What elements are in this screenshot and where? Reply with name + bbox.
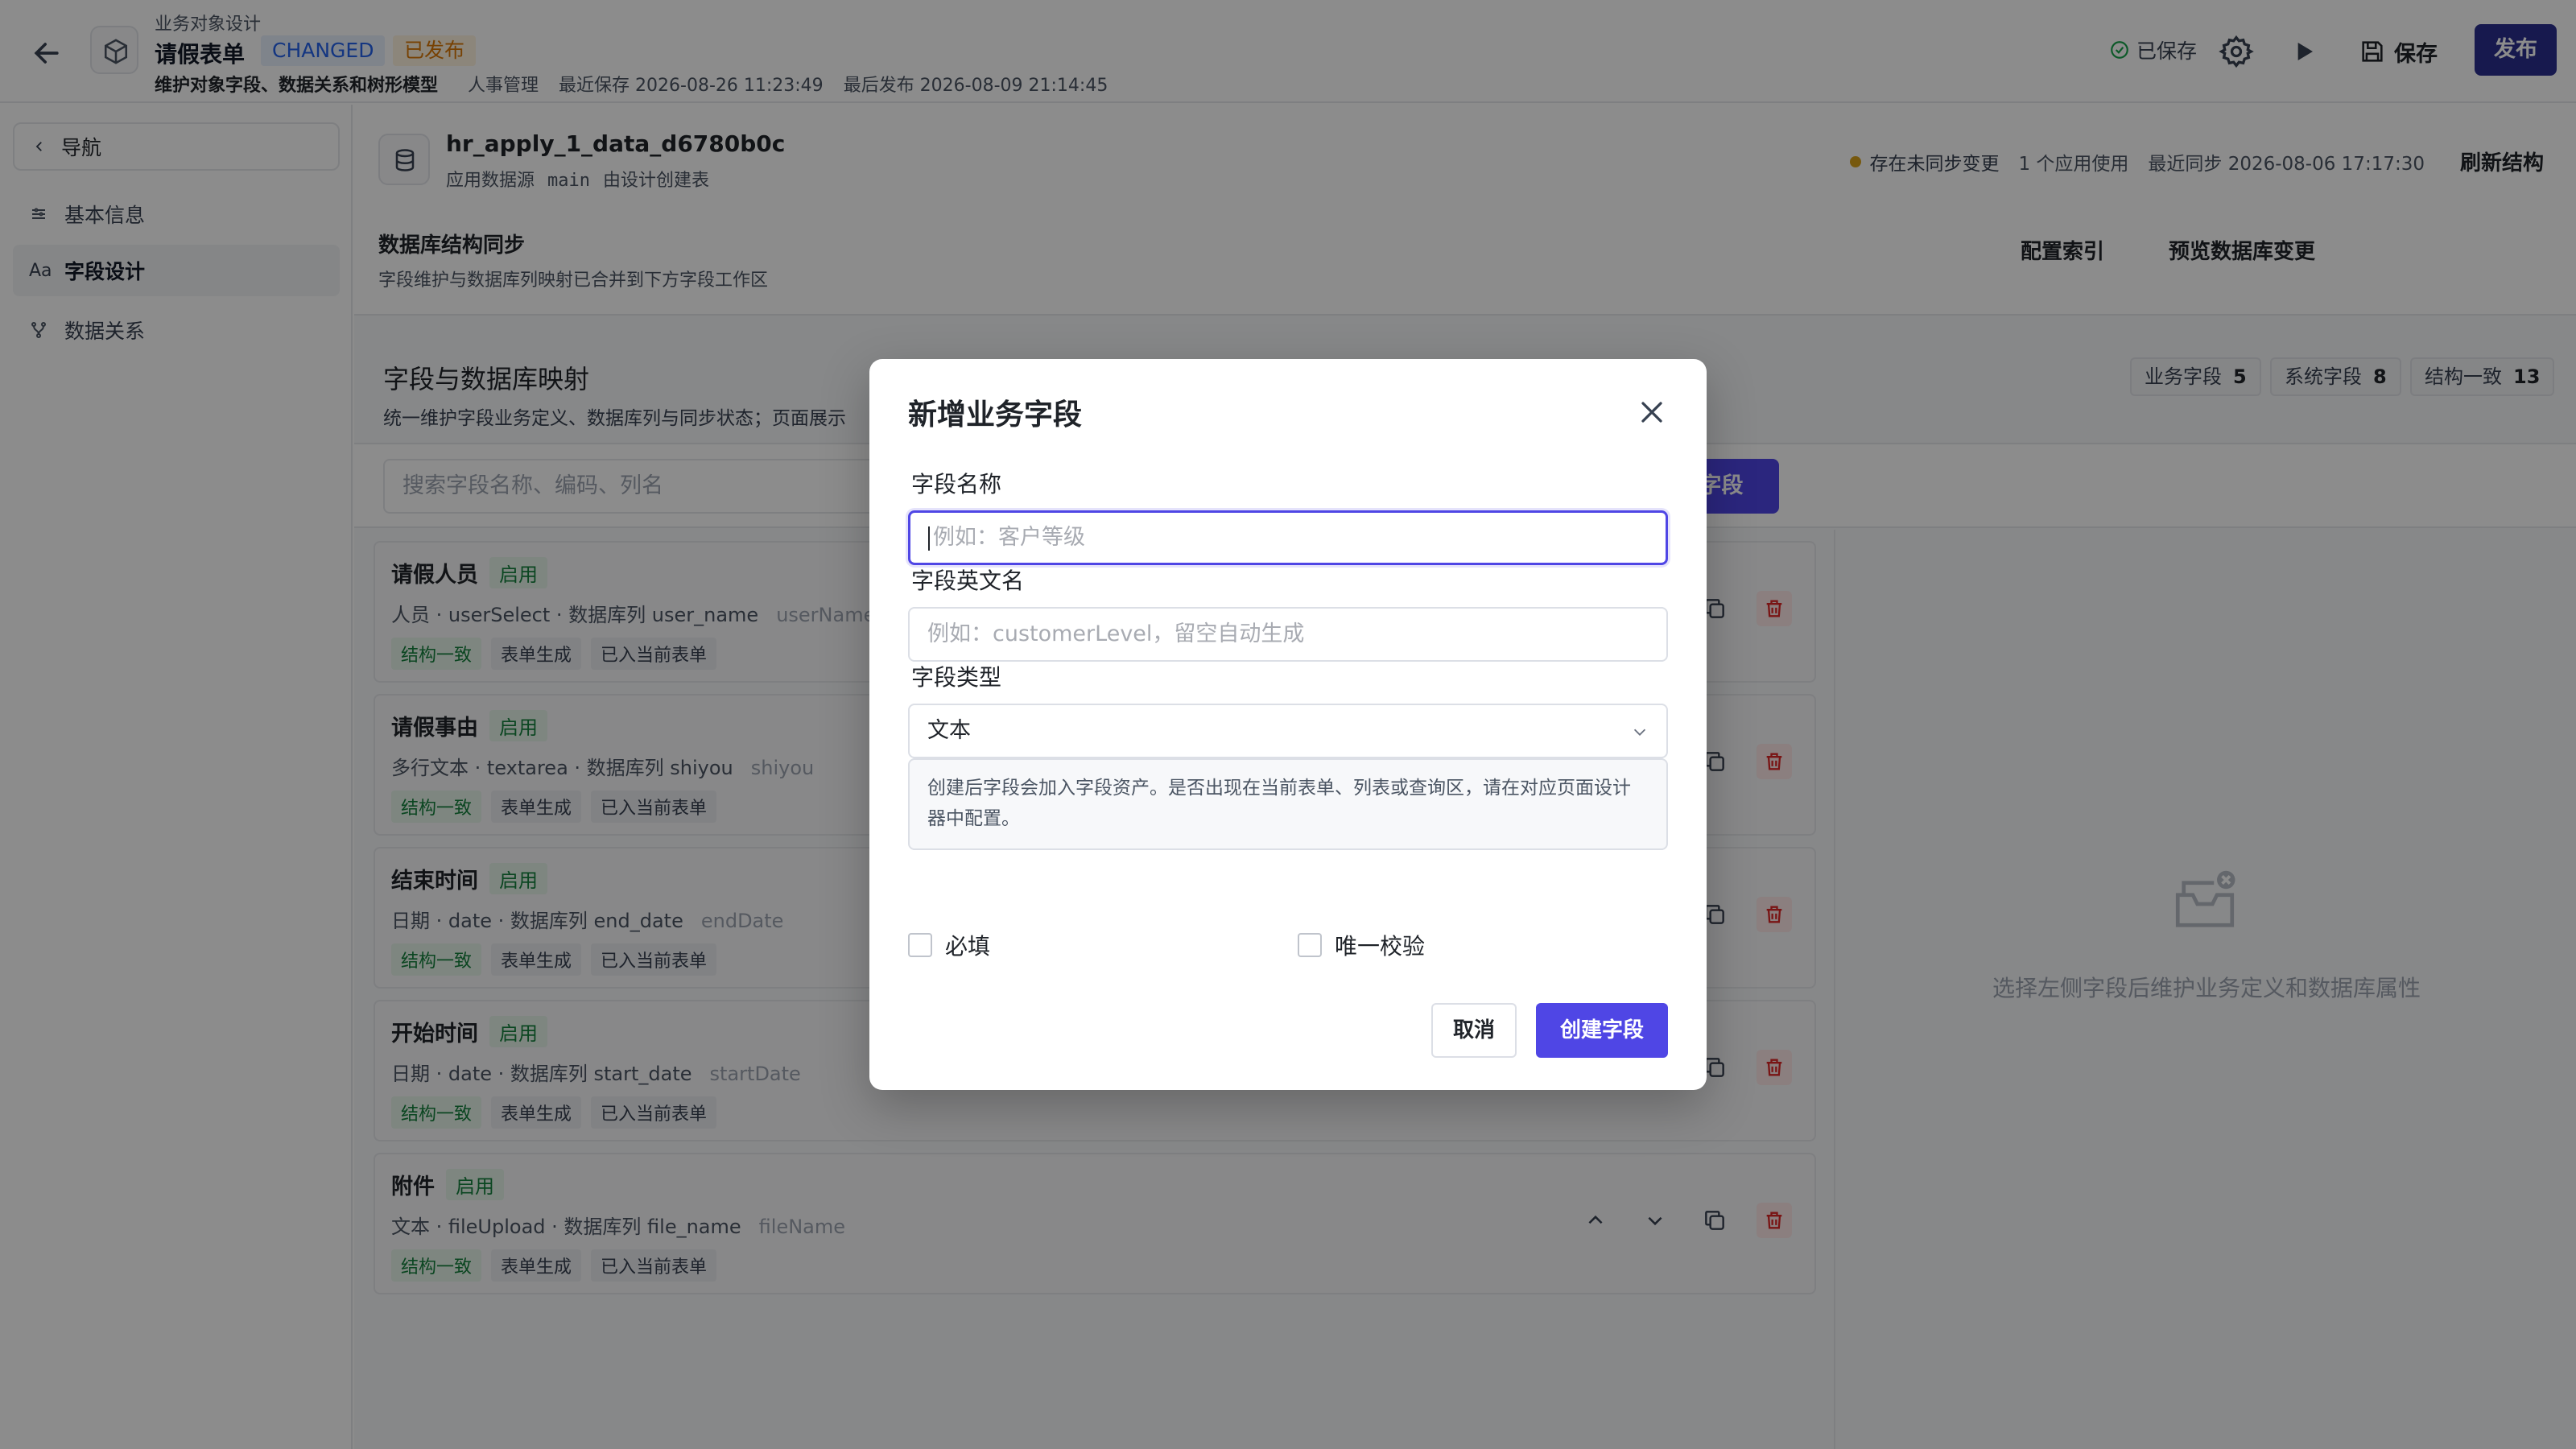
field-name-placeholder: 例如：客户等级 bbox=[933, 525, 1085, 550]
checkbox-box[interactable] bbox=[908, 933, 932, 957]
field-type-select[interactable]: 文本 bbox=[908, 704, 1668, 758]
checkbox-box[interactable] bbox=[1298, 933, 1322, 957]
text-caret bbox=[928, 526, 930, 551]
unique-checkbox[interactable]: 唯一校验 bbox=[1298, 929, 1425, 961]
chevron-down-icon bbox=[1633, 729, 1646, 736]
add-field-dialog: 新增业务字段 字段名称 例如：客户等级 字段英文名 例如：customerLev… bbox=[869, 359, 1707, 1090]
field-en-name-label: 字段英文名 bbox=[911, 568, 1025, 594]
unique-label: 唯一校验 bbox=[1335, 933, 1426, 960]
close-icon[interactable] bbox=[1634, 394, 1670, 430]
field-type-value: 文本 bbox=[927, 718, 971, 743]
field-en-name-input[interactable]: 例如：customerLevel，留空自动生成 bbox=[908, 607, 1668, 662]
field-name-input[interactable]: 例如：客户等级 bbox=[908, 510, 1668, 565]
field-hint: 创建后字段会加入字段资产。是否出现在当前表单、列表或查询区，请在对应页面设计器中… bbox=[908, 758, 1668, 850]
required-label: 必填 bbox=[945, 933, 991, 960]
field-name-label: 字段名称 bbox=[911, 471, 1002, 497]
create-field-button[interactable]: 创建字段 bbox=[1536, 1003, 1668, 1058]
cancel-button[interactable]: 取消 bbox=[1431, 1003, 1517, 1058]
dialog-title: 新增业务字段 bbox=[908, 398, 1083, 431]
required-checkbox[interactable]: 必填 bbox=[908, 929, 990, 961]
field-type-label: 字段类型 bbox=[911, 664, 1002, 691]
